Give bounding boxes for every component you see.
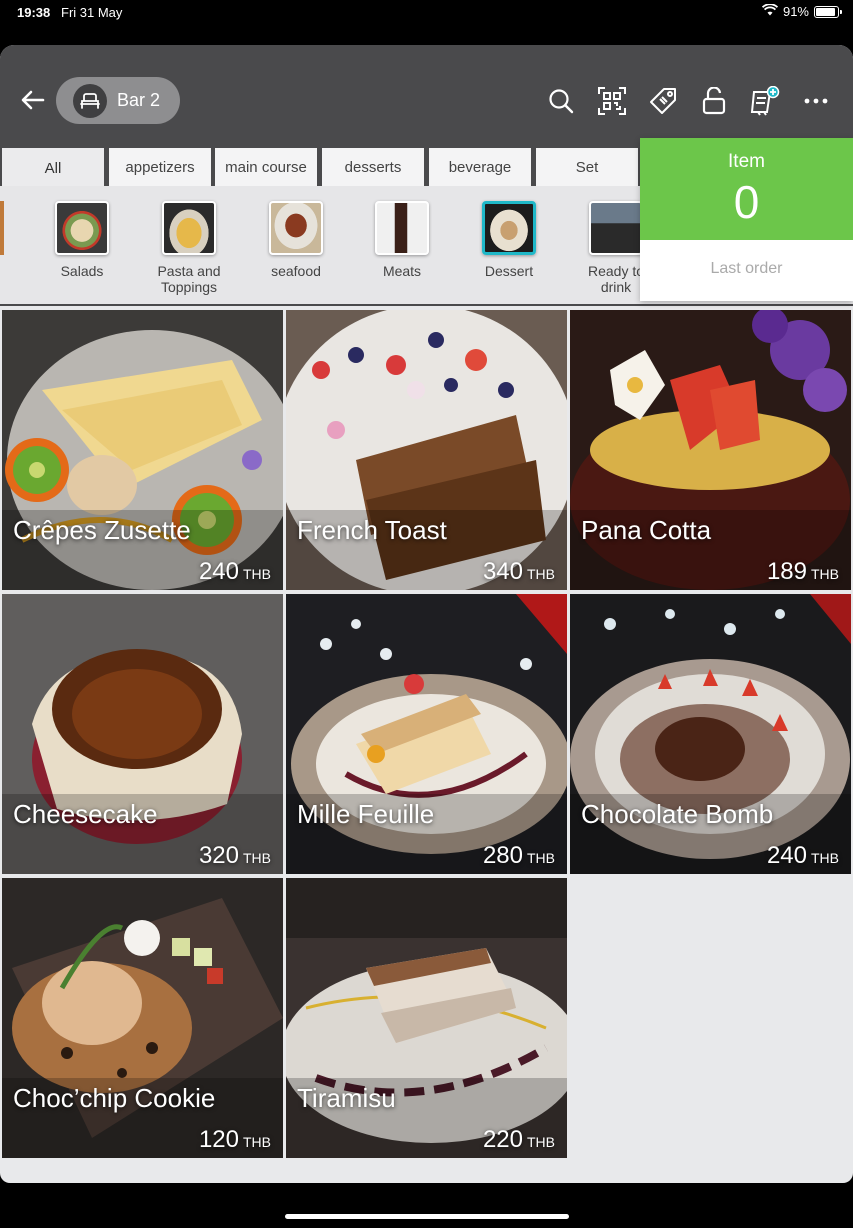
item-name: Tiramisu: [297, 1083, 396, 1113]
item-price: 340 THB: [483, 558, 555, 586]
subcat-salads[interactable]: Salads: [37, 201, 127, 279]
item-price: 240 THB: [199, 558, 271, 586]
home-indicator: [285, 1214, 569, 1219]
wifi-icon: [761, 3, 778, 19]
qr-code-icon[interactable]: [586, 85, 637, 117]
tag-icon[interactable]: [637, 85, 688, 117]
item-price: 320 THB: [199, 842, 271, 870]
item-name: Crêpes Zusette: [13, 515, 191, 545]
price-currency: THB: [243, 566, 271, 582]
tab-beverage[interactable]: beverage: [429, 148, 531, 186]
item-price: 240 THB: [767, 842, 839, 870]
dessert-thumbnail: [482, 201, 536, 255]
subcat-label: Meats: [382, 263, 422, 279]
more-icon[interactable]: [790, 85, 841, 117]
price-currency: THB: [527, 566, 555, 582]
item-price: 189 THB: [767, 558, 839, 586]
drinks-thumbnail: [589, 201, 643, 255]
menu-item-card[interactable]: French Toast 340 THB: [286, 310, 567, 590]
price-currency: THB: [811, 566, 839, 582]
status-date: Fri 31 May: [61, 5, 123, 20]
unlock-icon[interactable]: [688, 85, 739, 117]
item-counter-title: Item: [728, 151, 765, 172]
item-name: Pana Cotta: [581, 515, 712, 545]
subcat-label: Salads: [60, 263, 104, 279]
subcategory-partial-thumb: [0, 201, 4, 255]
subcat-label: seafood: [271, 263, 321, 279]
price-value: 240: [766, 842, 807, 869]
battery-percent: 91%: [782, 4, 809, 19]
battery-icon: [814, 5, 842, 18]
status-time: 19:38: [17, 5, 51, 20]
tab-desserts[interactable]: desserts: [322, 148, 424, 186]
item-counter-card[interactable]: Item 0 Last order: [640, 138, 853, 301]
item-name: French Toast: [297, 515, 447, 545]
search-icon[interactable]: [535, 85, 586, 117]
menu-item-card[interactable]: Choc’chip Cookie 120 THB: [2, 878, 283, 1158]
price-currency: THB: [527, 1134, 555, 1150]
status-right: 91%: [761, 3, 842, 19]
price-value: 280: [482, 842, 523, 869]
subcat-meats[interactable]: Meats: [357, 201, 447, 279]
item-name: Choc’chip Cookie: [13, 1083, 216, 1113]
menu-item-card[interactable]: Crêpes Zusette 240 THB: [2, 310, 283, 590]
price-value: 120: [198, 1126, 239, 1153]
tab-all[interactable]: All: [2, 148, 104, 188]
price-value: 189: [766, 558, 807, 585]
price-value: 220: [482, 1126, 523, 1153]
tab-set[interactable]: Set: [536, 148, 638, 186]
status-bar: 19:38 Fri 31 May 91%: [0, 0, 853, 26]
pasta-thumbnail: [162, 201, 216, 255]
price-value: 320: [198, 842, 239, 869]
item-price: 120 THB: [199, 1126, 271, 1154]
subcat-label: Pasta and Toppings: [157, 263, 221, 295]
top-bar: Bar 2: [0, 45, 853, 132]
price-currency: THB: [243, 850, 271, 866]
back-arrow-icon: [21, 90, 45, 110]
item-count: 0: [733, 176, 760, 228]
menu-item-card[interactable]: Tiramisu 220 THB: [286, 878, 567, 1158]
item-price: 220 THB: [483, 1126, 555, 1154]
price-currency: THB: [527, 850, 555, 866]
menu-item-card[interactable]: Chocolate Bomb 240 THB: [570, 594, 851, 874]
item-counter-header: Item 0: [640, 138, 853, 240]
item-name: Chocolate Bomb: [581, 799, 774, 829]
table-icon: [73, 83, 107, 118]
table-selector[interactable]: Bar 2: [56, 77, 180, 124]
price-value: 240: [198, 558, 239, 585]
menu-item-card[interactable]: Pana Cotta 189 THB: [570, 310, 851, 590]
price-currency: THB: [243, 1134, 271, 1150]
subcat-seafood[interactable]: seafood: [251, 201, 341, 279]
header-actions: [535, 85, 841, 117]
tab-main-course[interactable]: main course: [215, 148, 317, 186]
price-value: 340: [482, 558, 523, 585]
meats-thumbnail: [375, 201, 429, 255]
back-button[interactable]: [18, 87, 48, 113]
tab-appetizers[interactable]: appetizers: [109, 148, 211, 186]
app-window: Bar 2 All appetizers main course dessert…: [0, 45, 853, 1183]
order-add-icon[interactable]: [739, 85, 790, 117]
last-order-link[interactable]: Last order: [640, 240, 853, 278]
seafood-thumbnail: [269, 201, 323, 255]
menu-item-card[interactable]: Mille Feuille 280 THB: [286, 594, 567, 874]
item-name: Mille Feuille: [297, 799, 435, 829]
salads-thumbnail: [55, 201, 109, 255]
item-price: 280 THB: [483, 842, 555, 870]
item-name: Cheesecake: [13, 799, 158, 829]
subcat-dessert[interactable]: Dessert: [464, 201, 554, 279]
table-name: Bar 2: [117, 90, 161, 110]
subcat-label: Dessert: [484, 263, 534, 279]
subcat-pasta[interactable]: Pasta and Toppings: [144, 201, 234, 295]
price-currency: THB: [811, 850, 839, 866]
menu-item-card[interactable]: Cheesecake 320 THB: [2, 594, 283, 874]
